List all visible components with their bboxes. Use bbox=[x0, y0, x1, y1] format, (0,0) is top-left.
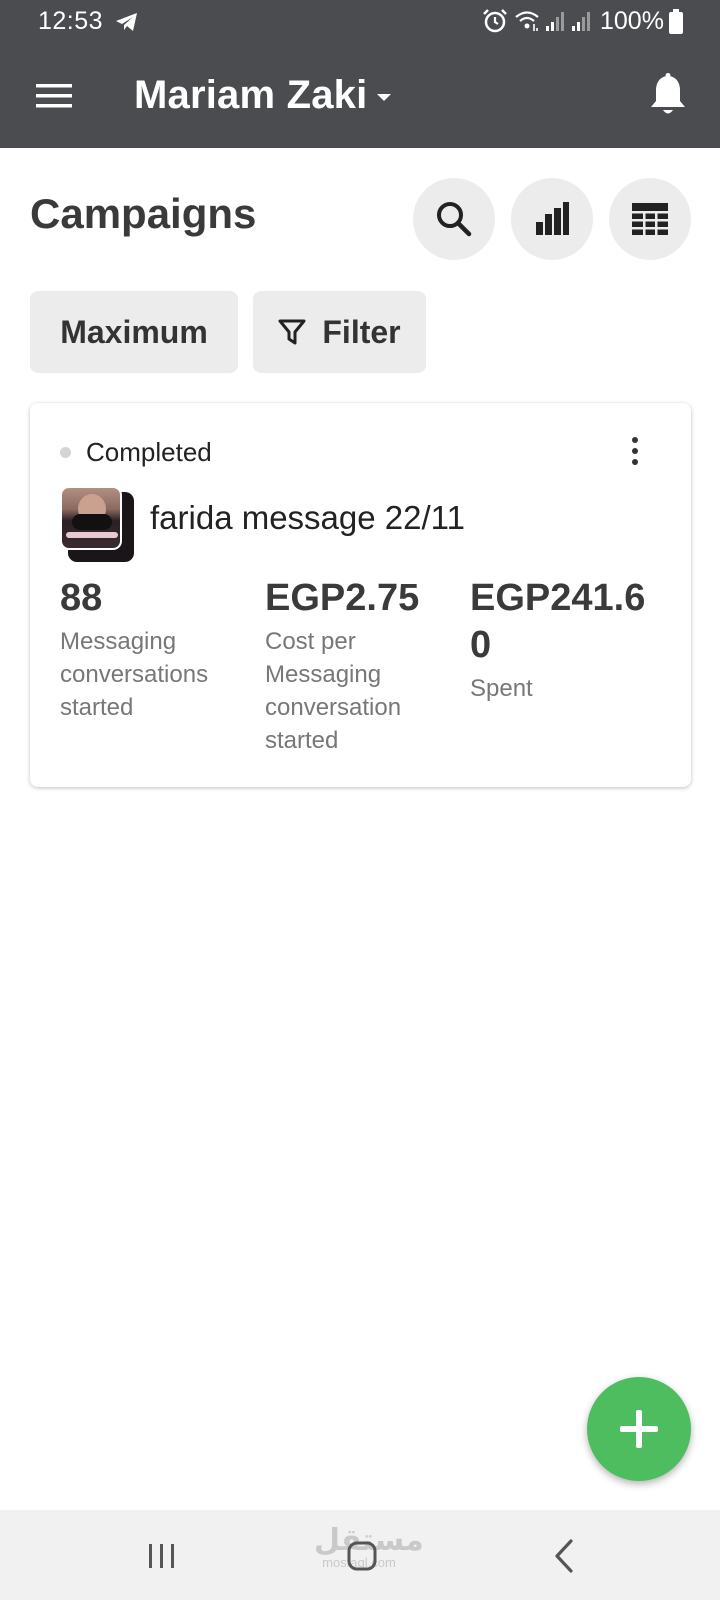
metric-value: EGP241.60 bbox=[470, 577, 646, 666]
telegram-icon bbox=[116, 13, 137, 31]
metric-conversations: 88 Messaging conversations started bbox=[60, 575, 250, 724]
metric-value: 88 bbox=[60, 577, 103, 619]
back-icon[interactable] bbox=[552, 1538, 576, 1574]
plus-icon bbox=[620, 1410, 658, 1448]
page-title: Campaigns bbox=[30, 190, 257, 237]
metric-label: Spent bbox=[470, 675, 533, 702]
system-navigation-bar: مستقل mostaql.com bbox=[0, 1510, 720, 1600]
more-options-icon[interactable] bbox=[628, 433, 642, 469]
recent-apps-icon[interactable] bbox=[146, 1542, 178, 1570]
battery-icon bbox=[669, 9, 683, 34]
metric-value: EGP2.75 bbox=[265, 577, 420, 619]
metric-label: Cost per Messaging conversation started bbox=[265, 628, 402, 754]
app-bar: Mariam Zaki bbox=[0, 44, 720, 148]
campaign-thumbnail bbox=[60, 486, 136, 564]
status-bar: 12:53 100% bbox=[0, 0, 720, 44]
filter-icon bbox=[278, 319, 306, 345]
campaign-status: Completed bbox=[86, 437, 212, 467]
search-button[interactable] bbox=[413, 178, 495, 260]
bell-icon[interactable] bbox=[648, 72, 688, 118]
metric-label: Messaging conversations started bbox=[60, 628, 209, 721]
account-name: Mariam Zaki bbox=[134, 72, 368, 117]
metric-cost-per-conversation: EGP2.75 Cost per Messaging conversation … bbox=[265, 575, 455, 757]
metric-spent: EGP241.60 Spent bbox=[470, 575, 660, 705]
table-view-button[interactable] bbox=[609, 178, 691, 260]
campaign-card[interactable]: Completed farida message 22/11 88 Messag… bbox=[30, 403, 691, 787]
caret-down-icon bbox=[377, 93, 392, 101]
insights-button[interactable] bbox=[511, 178, 593, 260]
account-selector[interactable]: Mariam Zaki bbox=[134, 70, 392, 120]
status-time: 12:53 bbox=[38, 7, 104, 35]
alarm-icon bbox=[483, 9, 507, 33]
signal-icon bbox=[546, 12, 564, 31]
bar-chart-icon bbox=[536, 202, 569, 235]
table-icon bbox=[632, 203, 668, 235]
filter-chip-label: Filter bbox=[322, 313, 401, 350]
maximum-chip[interactable]: Maximum bbox=[30, 291, 238, 373]
wifi-icon bbox=[515, 11, 539, 31]
status-dot bbox=[60, 447, 71, 458]
signal-icon bbox=[572, 12, 590, 31]
menu-icon[interactable] bbox=[32, 74, 76, 118]
battery-percentage: 100% bbox=[600, 7, 664, 35]
create-campaign-button[interactable] bbox=[587, 1377, 691, 1481]
maximum-chip-label: Maximum bbox=[60, 313, 208, 350]
home-icon[interactable] bbox=[346, 1540, 378, 1572]
filter-chip[interactable]: Filter bbox=[253, 291, 426, 373]
campaign-name: farida message 22/11 bbox=[150, 499, 465, 536]
search-icon bbox=[437, 202, 472, 237]
